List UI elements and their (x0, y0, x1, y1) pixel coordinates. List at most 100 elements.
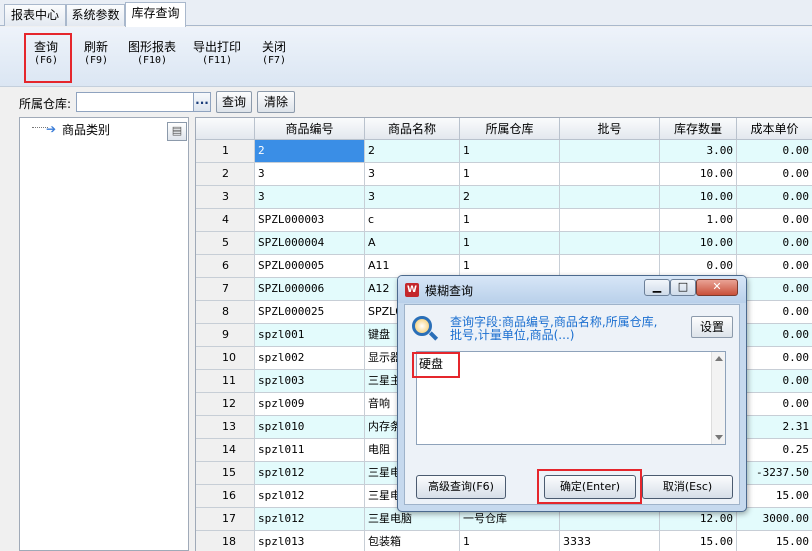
warehouse-browse-button[interactable]: ... (193, 92, 211, 112)
chart-report-button-shortcut: (F10) (136, 55, 168, 66)
cell-unit-cost[interactable]: 0.00 (737, 324, 812, 347)
export-print-button-label: 导出打印 (192, 40, 241, 54)
cell-product-code[interactable]: spzl009 (255, 393, 365, 416)
table-row[interactable]: 4 SPZL000003 c 1 1.00 0.00 (196, 209, 812, 232)
refresh-button[interactable]: 刷新 (F9) (80, 41, 112, 67)
cell-product-code[interactable]: spzl012 (255, 508, 365, 531)
scroll-up-icon[interactable] (715, 356, 723, 361)
col-header-product-name[interactable]: 商品名称 (365, 118, 460, 140)
cell-unit-cost[interactable]: 15.00 (737, 485, 812, 508)
cell-warehouse[interactable]: 1 (460, 232, 560, 255)
cell-product-name[interactable]: c (365, 209, 460, 232)
cell-stock-qty[interactable]: 10.00 (660, 232, 737, 255)
col-header-batch-no[interactable]: 批号 (560, 118, 660, 140)
cell-batch-no[interactable] (560, 209, 660, 232)
cell-product-code[interactable]: spzl002 (255, 347, 365, 370)
cell-unit-cost[interactable]: 2.31 (737, 416, 812, 439)
textarea-scrollbar[interactable] (711, 352, 725, 444)
cell-batch-no[interactable] (560, 163, 660, 186)
cell-unit-cost[interactable]: 0.00 (737, 186, 812, 209)
tab-system-params[interactable]: 系统参数 (66, 4, 125, 26)
cell-product-code[interactable]: SPZL000003 (255, 209, 365, 232)
cell-unit-cost[interactable]: 0.00 (737, 347, 812, 370)
advanced-query-button[interactable]: 高级查询(F6) (416, 475, 506, 499)
cell-product-code[interactable]: spzl003 (255, 370, 365, 393)
close-button[interactable]: 关闭 (F7) (257, 41, 291, 67)
cell-product-name[interactable]: 包装箱 (365, 531, 460, 551)
cell-product-code[interactable]: spzl001 (255, 324, 365, 347)
export-print-button[interactable]: 导出打印 (F11) (189, 41, 245, 67)
minimize-icon[interactable]: ▁ (644, 279, 670, 296)
cell-unit-cost[interactable]: 0.00 (737, 255, 812, 278)
table-row[interactable]: 18 spzl013 包装箱 1 3333 15.00 15.00 (196, 531, 812, 551)
cell-stock-qty[interactable]: 3.00 (660, 140, 737, 163)
cell-unit-cost[interactable]: 0.00 (737, 393, 812, 416)
col-header-product-code[interactable]: 商品编号 (255, 118, 365, 140)
cell-batch-no[interactable] (560, 186, 660, 209)
cell-unit-cost[interactable]: -3237.50 (737, 462, 812, 485)
cell-unit-cost[interactable]: 0.00 (737, 140, 812, 163)
cell-product-code[interactable]: SPZL000006 (255, 278, 365, 301)
cell-stock-qty[interactable]: 1.00 (660, 209, 737, 232)
cell-product-name[interactable]: 3 (365, 163, 460, 186)
cell-unit-cost[interactable]: 0.00 (737, 370, 812, 393)
col-header-stock-qty[interactable]: 库存数量 (660, 118, 737, 140)
cell-batch-no[interactable] (560, 140, 660, 163)
tab-report-center[interactable]: 报表中心 (4, 4, 66, 26)
cell-warehouse[interactable]: 1 (460, 140, 560, 163)
cell-unit-cost[interactable]: 0.00 (737, 209, 812, 232)
settings-button[interactable]: 设置 (691, 316, 733, 338)
cell-unit-cost[interactable]: 3000.00 (737, 508, 812, 531)
cell-product-code[interactable]: spzl013 (255, 531, 365, 551)
cell-warehouse[interactable]: 2 (460, 186, 560, 209)
cell-warehouse[interactable]: 1 (460, 163, 560, 186)
cell-product-code[interactable]: SPZL000004 (255, 232, 365, 255)
tree-node-product-category[interactable]: 商品类别 (62, 121, 110, 138)
cell-product-code[interactable]: spzl012 (255, 485, 365, 508)
cell-batch-no[interactable] (560, 232, 660, 255)
cell-stock-qty[interactable]: 10.00 (660, 186, 737, 209)
cell-unit-cost[interactable]: 0.00 (737, 301, 812, 324)
cell-unit-cost[interactable]: 0.00 (737, 278, 812, 301)
cell-row-index: 10 (196, 347, 255, 370)
cell-product-name[interactable]: 2 (365, 140, 460, 163)
cell-product-code[interactable]: 2 (255, 140, 365, 163)
filter-bar: 所属仓库: ... 查询 清除 (0, 88, 812, 116)
cell-row-index: 18 (196, 531, 255, 551)
query-text-input[interactable]: 硬盘 (416, 351, 726, 445)
cell-product-code[interactable]: spzl011 (255, 439, 365, 462)
close-icon[interactable]: ✕ (696, 279, 738, 296)
tab-inventory-query[interactable]: 库存查询 (125, 2, 186, 27)
col-header-warehouse[interactable]: 所属仓库 (460, 118, 560, 140)
cell-unit-cost[interactable]: 0.00 (737, 232, 812, 255)
col-header-unit-cost[interactable]: 成本单价 (737, 118, 812, 140)
cell-product-code[interactable]: 3 (255, 163, 365, 186)
cell-warehouse[interactable]: 1 (460, 209, 560, 232)
tree-tool-icon[interactable]: ▤ (167, 122, 187, 141)
table-row[interactable]: 5 SPZL000004 A 1 10.00 0.00 (196, 232, 812, 255)
cell-product-code[interactable]: 3 (255, 186, 365, 209)
cell-product-code[interactable]: SPZL000005 (255, 255, 365, 278)
cell-product-name[interactable]: 3 (365, 186, 460, 209)
cell-stock-qty[interactable]: 10.00 (660, 163, 737, 186)
table-row[interactable]: 3 3 3 2 10.00 0.00 (196, 186, 812, 209)
chart-report-button[interactable]: 图形报表 (F10) (124, 41, 180, 67)
cell-unit-cost[interactable]: 15.00 (737, 531, 812, 551)
filter-query-button[interactable]: 查询 (216, 91, 252, 113)
cell-unit-cost[interactable]: 0.25 (737, 439, 812, 462)
filter-clear-button[interactable]: 清除 (257, 91, 295, 113)
table-row[interactable]: 2 3 3 1 10.00 0.00 (196, 163, 812, 186)
cell-product-code[interactable]: spzl010 (255, 416, 365, 439)
cell-warehouse[interactable]: 1 (460, 531, 560, 551)
cell-product-name[interactable]: A (365, 232, 460, 255)
cell-batch-no[interactable]: 3333 (560, 531, 660, 551)
warehouse-input[interactable] (76, 92, 194, 112)
cell-stock-qty[interactable]: 15.00 (660, 531, 737, 551)
cell-product-code[interactable]: SPZL000025 (255, 301, 365, 324)
cell-unit-cost[interactable]: 0.00 (737, 163, 812, 186)
scroll-down-icon[interactable] (715, 435, 723, 440)
maximize-icon[interactable]: □ (670, 279, 696, 296)
cancel-button[interactable]: 取消(Esc) (642, 475, 733, 499)
cell-product-code[interactable]: spzl012 (255, 462, 365, 485)
table-row[interactable]: 1 2 2 1 3.00 0.00 (196, 140, 812, 163)
